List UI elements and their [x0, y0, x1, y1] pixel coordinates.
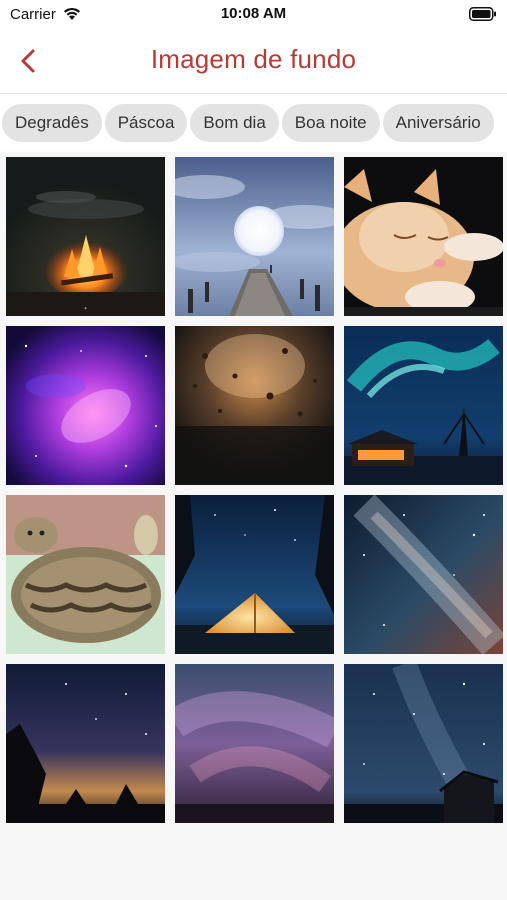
background-thumbnail-rain-drops[interactable]	[175, 326, 334, 485]
background-thumbnail-campfire[interactable]: ✦	[6, 157, 165, 316]
background-thumbnail-tent-under-stars[interactable]	[175, 495, 334, 654]
background-thumbnail-starry-night-trees[interactable]	[6, 664, 165, 823]
category-chip-pascoa[interactable]: Páscoa	[104, 104, 188, 142]
starry-night-trees-image	[6, 664, 165, 823]
sleeping-kitten-image	[344, 157, 503, 316]
aurora-cabin-image	[344, 326, 503, 485]
battery-icon	[469, 7, 497, 26]
campfire-image	[6, 157, 165, 316]
tent-under-stars-image	[175, 495, 334, 654]
background-thumbnail-sleeping-kitten[interactable]	[344, 157, 503, 316]
background-thumbnail-purple-aurora-sky[interactable]	[175, 664, 334, 823]
background-image-grid: ✦	[6, 157, 503, 823]
status-time: 10:08 AM	[220, 5, 287, 22]
purple-galaxy-image	[6, 326, 165, 485]
background-thumbnail-starry-sky-barn[interactable]	[344, 664, 503, 823]
milky-way-image	[344, 495, 503, 654]
background-thumbnail-full-moon-pier[interactable]	[175, 157, 334, 316]
category-bar[interactable]: Degradês Páscoa Bom dia Boa noite Aniver…	[0, 94, 507, 152]
category-chip-bom-dia[interactable]: Bom dia	[190, 104, 279, 142]
starry-sky-barn-image	[344, 664, 503, 823]
full-moon-pier-image	[175, 157, 334, 316]
category-chip-degrades[interactable]: Degradês	[2, 104, 102, 142]
background-thumbnail-cat-on-blanket[interactable]	[6, 495, 165, 654]
background-thumbnail-milky-way[interactable]	[344, 495, 503, 654]
rain-drops-image	[175, 326, 334, 485]
status-bar: Carrier 10:08 AM	[0, 0, 507, 30]
page-title: Imagem de fundo	[150, 44, 357, 74]
cat-on-blanket-image	[6, 495, 165, 654]
navigation-bar: Imagem de fundo	[0, 30, 507, 94]
purple-aurora-sky-image	[175, 664, 334, 823]
category-chip-list: Degradês Páscoa Bom dia Boa noite Aniver…	[2, 104, 494, 142]
background-thumbnail-aurora-cabin[interactable]	[344, 326, 503, 485]
screen: Carrier 10:08 AM Imagem de fundo Degradê…	[0, 0, 507, 900]
category-chip-boa-noite[interactable]: Boa noite	[281, 104, 380, 142]
background-thumbnail-purple-galaxy[interactable]	[6, 326, 165, 485]
category-chip-aniversario[interactable]: Aniversário	[382, 104, 494, 142]
